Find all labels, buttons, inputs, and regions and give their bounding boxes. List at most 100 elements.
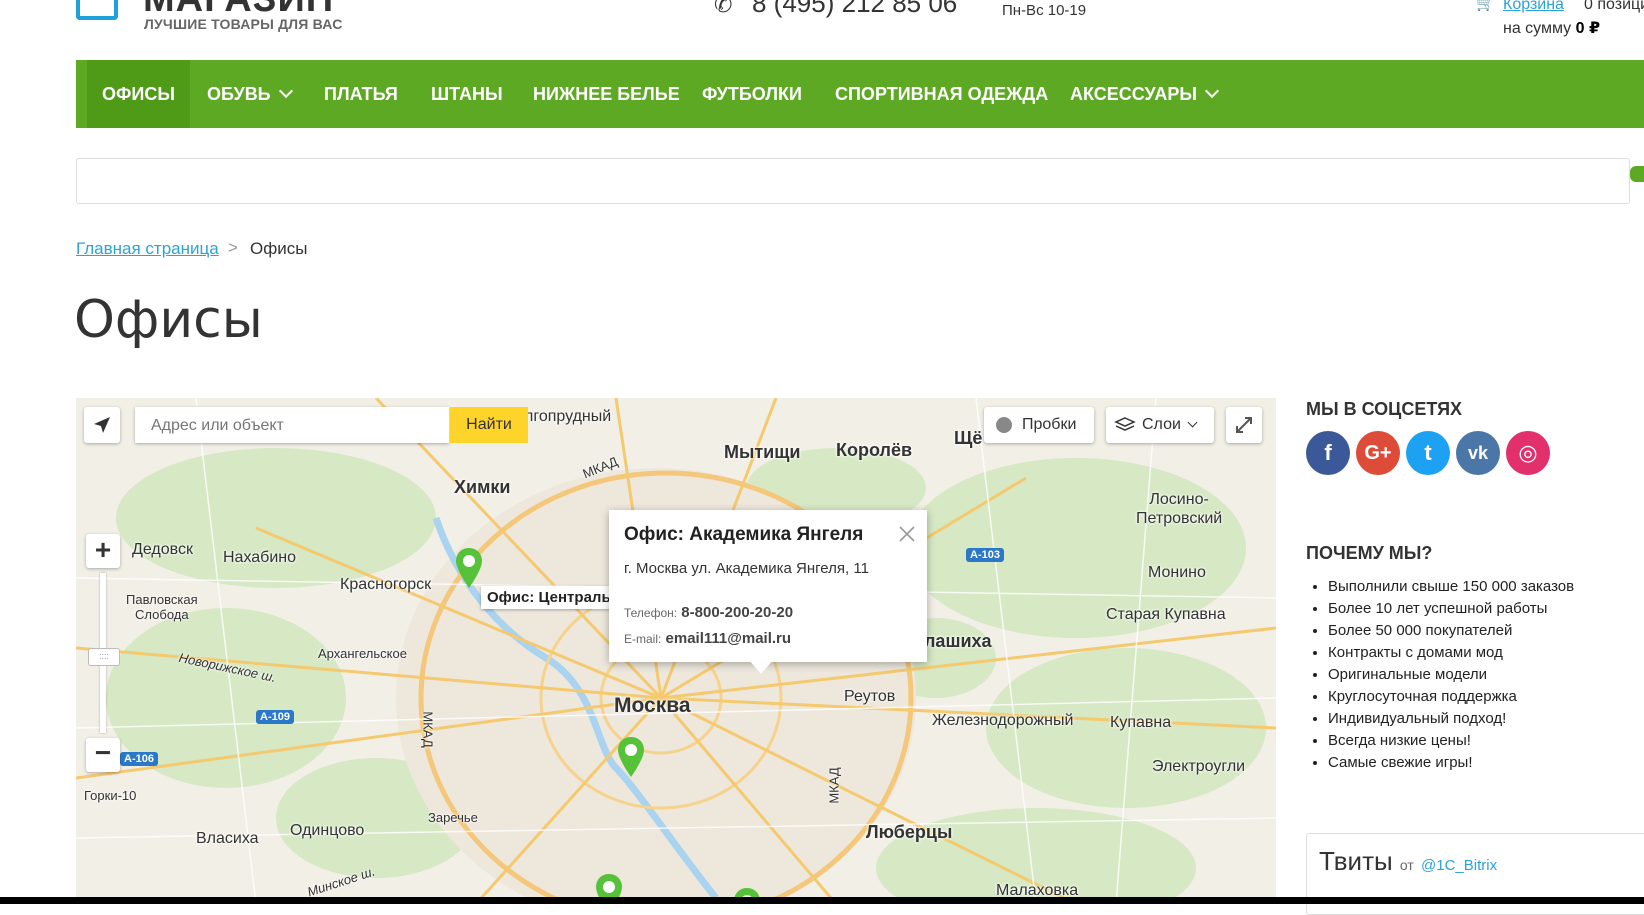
map-label-zarechye: Заречье [428, 810, 478, 825]
map-label-arkhangelskoe: Архангельское [318, 646, 407, 661]
office-marker-icon[interactable] [454, 546, 484, 590]
road-badge-a106: А-106 [120, 752, 158, 766]
map-label-reutov: Реутов [844, 688, 896, 705]
map-label-zheleznodorozhny: Железнодорожный [932, 712, 1074, 729]
vk-icon[interactable]: vk [1456, 431, 1500, 475]
traffic-button[interactable]: Пробки [984, 407, 1094, 443]
list-item: Индивидуальный подход! [1328, 708, 1574, 730]
balloon-phone: Телефон: 8-800-200-20-20 [624, 604, 793, 621]
working-hours: Пн-Вс 10-19 [1002, 2, 1087, 19]
map-label-odintsovo: Одинцово [290, 822, 365, 839]
logo-icon[interactable] [76, 0, 118, 20]
office-balloon: Офис: Академика Янгеля г. Москва ул. Ака… [609, 510, 927, 662]
road-badge-a109: А-109 [256, 710, 294, 724]
close-icon[interactable] [897, 524, 917, 544]
map-label-elektrougli: Электроугли [1152, 758, 1246, 775]
tweets-from: от [1399, 857, 1414, 873]
map-find-button[interactable]: Найти [450, 407, 528, 443]
road-badge-a103: А-103 [966, 548, 1004, 562]
chevron-down-icon [1204, 83, 1220, 99]
list-item: Более 50 000 покупателей [1328, 620, 1574, 642]
tweets-user-link[interactable]: @1C_Bitrix [1421, 857, 1497, 874]
main-nav: ОФИСЫ ОБУВЬ ПЛАТЬЯ ШТАНЫ НИЖНЕЕ БЕЛЬЕ ФУ… [76, 60, 1644, 128]
nav-item-dresses[interactable]: ПЛАТЬЯ [324, 60, 398, 128]
social-title: МЫ В СОЦСЕТЯХ [1306, 399, 1463, 419]
map-search-input[interactable] [149, 416, 443, 436]
nav-item-shoes[interactable]: ОБУВЬ [207, 60, 293, 128]
breadcrumb-current: Офисы [250, 239, 308, 258]
balloon-title: Офис: Академика Янгеля [624, 524, 864, 545]
nav-item-accessories[interactable]: АКСЕССУАРЫ [1070, 60, 1220, 128]
bottom-strip [0, 897, 1644, 904]
traffic-icon [996, 416, 1012, 433]
map-label-shchelkovo: Щё [954, 428, 983, 448]
plus-icon: + [94, 534, 112, 565]
nav-item-offices[interactable]: ОФИСЫ [87, 60, 190, 128]
map-label-lyubertsy: Люберцы [866, 822, 953, 842]
map-label-mytishchi: Мытищи [724, 442, 801, 462]
map-label-staraya-kupavna: Старая Купавна [1106, 606, 1226, 623]
map-label-vlasikha: Власиха [196, 830, 259, 847]
map-label-korolev: Королёв [836, 440, 913, 460]
balloon-address: г. Москва ул. Академика Янгеля, 11 [624, 560, 869, 577]
site-search-input[interactable] [76, 158, 1630, 204]
breadcrumb-home-link[interactable]: Главная страница [76, 239, 219, 259]
cart-link[interactable]: Корзина [1503, 0, 1564, 14]
map-label-losino: Лосино- Петровский [1136, 491, 1223, 527]
list-item: Более 10 лет успешной работы [1328, 598, 1574, 620]
balloon-phone-label: Телефон: [624, 606, 678, 620]
map-label-krasnogorsk: Красногорск [340, 576, 432, 593]
nav-item-pants[interactable]: ШТАНЫ [431, 60, 503, 128]
list-item: Всегда низкие цены! [1328, 730, 1574, 752]
list-item: Контракты с домами мод [1328, 642, 1574, 664]
offices-map[interactable]: лгопрудный Мытищи Королёв Щё Химки Лосин… [76, 398, 1276, 904]
location-arrow-icon [94, 417, 110, 433]
zoom-out-button[interactable]: − [86, 738, 120, 772]
balloon-phone-value[interactable]: 8-800-200-20-20 [681, 604, 793, 621]
map-label-moscow: Москва [614, 694, 691, 717]
cart-sum-label: на сумму [1503, 20, 1572, 37]
why-list: Выполнили свыше 150 000 заказов Более 10… [1306, 576, 1574, 774]
phone-icon: ✆ [714, 0, 733, 17]
geolocation-button[interactable] [84, 407, 120, 443]
map-label-balashikha: лашиха [924, 631, 992, 651]
list-item: Выполнили свыше 150 000 заказов [1328, 576, 1574, 598]
header-phone[interactable]: 8 (495) 212 85 06 [752, 0, 957, 19]
balloon-tail [749, 660, 773, 674]
nav-item-sportswear[interactable]: СПОРТИВНАЯ ОДЕЖДА [835, 60, 1048, 128]
cart-sum: на сумму 0 ₽ [1503, 18, 1600, 38]
map-label-mkad-east: МКАД [826, 767, 842, 804]
traffic-label: Пробки [1022, 416, 1077, 433]
fullscreen-button[interactable] [1226, 407, 1262, 443]
google-plus-icon[interactable]: G+ [1356, 431, 1400, 475]
facebook-icon[interactable]: f [1306, 431, 1350, 475]
cart-count: 0 позиций [1584, 0, 1644, 13]
cart-sum-value: 0 ₽ [1575, 20, 1601, 37]
twitter-icon[interactable]: t [1406, 431, 1450, 475]
layers-button[interactable]: Слои [1106, 407, 1214, 443]
logo-tagline: ЛУЧШИЕ ТОВАРЫ ДЛЯ ВАС [144, 16, 343, 32]
map-label-dedovsk: Дедовск [132, 541, 193, 558]
balloon-email-label: E-mail: [624, 632, 662, 646]
nav-item-tshirts[interactable]: ФУТБОЛКИ [702, 60, 802, 128]
map-label-pavlovskaya: Павловская Слобода [126, 592, 198, 622]
map-label-nakhabino: Нахабино [223, 549, 297, 566]
cart-icon[interactable]: 🛒 [1476, 0, 1495, 12]
nav-item-underwear[interactable]: НИЖНЕЕ БЕЛЬЕ [533, 60, 680, 128]
office-marker-icon[interactable] [616, 735, 646, 779]
site-search-button[interactable] [1630, 166, 1644, 182]
breadcrumb-separator-icon: > [228, 238, 238, 257]
zoom-in-button[interactable]: + [86, 534, 120, 568]
map-label-dolgoprudny: лгопрудный [524, 408, 612, 425]
instagram-icon[interactable]: ◎ [1506, 431, 1550, 475]
minus-icon: − [94, 737, 112, 768]
why-title: ПОЧЕМУ МЫ? [1306, 543, 1433, 563]
chevron-down-icon [1187, 417, 1198, 428]
map-search [135, 407, 449, 443]
layers-icon [1114, 416, 1136, 431]
layers-label: Слои [1142, 416, 1181, 433]
zoom-slider-handle[interactable]: :::: [88, 648, 120, 666]
tweets-title: Твиты от @1C_Bitrix [1319, 846, 1498, 876]
map-label-mkad-west: МКАД [420, 711, 436, 748]
balloon-email-value[interactable]: email111@mail.ru [666, 630, 792, 647]
